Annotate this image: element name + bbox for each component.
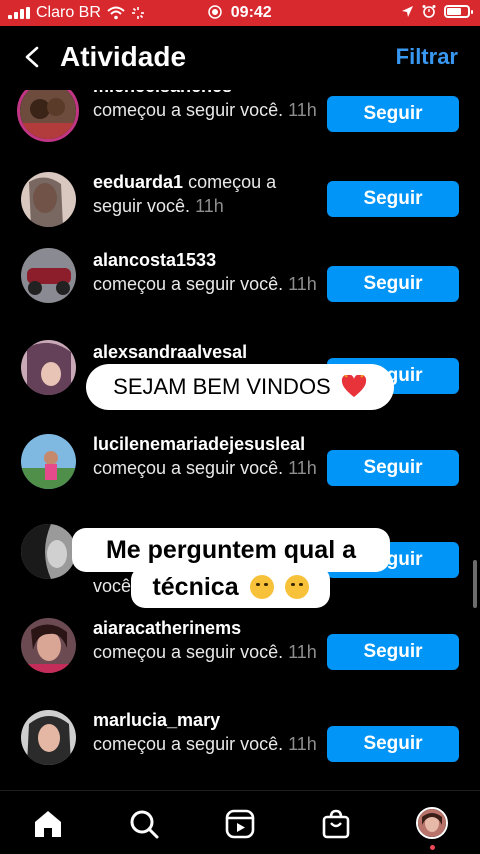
battery-icon bbox=[444, 4, 473, 18]
activity-action: começou a seguir você. bbox=[93, 734, 284, 754]
list-item: aiaracatherinems começou a seguir você. … bbox=[0, 616, 480, 708]
activity-action: começou a seguir você. bbox=[93, 100, 284, 120]
caption-text: SEJAM BEM VINDOS bbox=[113, 374, 331, 399]
avatar[interactable] bbox=[21, 172, 76, 227]
home-icon[interactable] bbox=[31, 807, 65, 841]
avatar[interactable] bbox=[21, 340, 76, 395]
location-icon bbox=[402, 5, 413, 17]
list-item: micheelsanches começou a seguir você. 11… bbox=[0, 90, 480, 168]
username[interactable]: eeduarda1 bbox=[93, 172, 183, 192]
activity-action: você. bbox=[93, 576, 137, 596]
activity-feed: micheelsanches começou a seguir você. 11… bbox=[0, 90, 480, 790]
activity-action: começou a seguir você. bbox=[93, 642, 284, 662]
username[interactable]: alexsandraalvesal bbox=[93, 342, 247, 362]
activity-action: começou a seguir você. bbox=[93, 458, 284, 478]
clock: 09:42 bbox=[230, 4, 272, 21]
header: Atividade Filtrar bbox=[0, 26, 480, 90]
notification-dot bbox=[430, 845, 435, 850]
reels-icon[interactable] bbox=[223, 807, 257, 841]
heart-emoji-icon bbox=[341, 374, 366, 397]
laughing-emoji-icon bbox=[284, 575, 309, 599]
list-item: lucilenemariadejesusleal começou a segui… bbox=[0, 432, 480, 524]
activity-time: 11h bbox=[288, 642, 317, 662]
profile-avatar[interactable] bbox=[416, 807, 448, 839]
activity-time: 11h bbox=[195, 196, 224, 216]
list-item: marlucia_mary começou a seguir você. 11h… bbox=[0, 708, 480, 790]
scrollbar[interactable] bbox=[473, 560, 477, 608]
filter-button[interactable]: Filtrar bbox=[396, 44, 458, 70]
list-item: alancosta1533 começou a seguir você. 11h… bbox=[0, 248, 480, 340]
username[interactable]: marlucia_mary bbox=[93, 710, 220, 730]
activity-time: 11h bbox=[288, 458, 317, 478]
username[interactable]: micheelsanches bbox=[93, 90, 232, 96]
follow-button[interactable]: Seguir bbox=[327, 266, 459, 302]
avatar[interactable] bbox=[21, 710, 76, 765]
avatar[interactable] bbox=[17, 90, 79, 142]
caption-text: Me perguntem qual a bbox=[105, 536, 357, 564]
avatar[interactable] bbox=[21, 248, 76, 303]
activity-time: 11h bbox=[288, 100, 317, 120]
search-icon[interactable] bbox=[127, 807, 161, 841]
kissing-emoji-icon bbox=[249, 575, 274, 599]
activity-time: 11h bbox=[288, 734, 317, 754]
status-bar: Claro BR 09:42 bbox=[0, 0, 480, 26]
username[interactable]: lucilenemariadejesusleal bbox=[93, 434, 305, 454]
activity-action: começou a seguir você. bbox=[93, 274, 284, 294]
caption-text: técnica bbox=[152, 573, 239, 601]
follow-button[interactable]: Seguir bbox=[327, 634, 459, 670]
bottom-nav bbox=[0, 790, 480, 854]
screen-record-icon bbox=[208, 5, 223, 19]
username[interactable]: alancosta1533 bbox=[93, 250, 216, 270]
back-chevron-icon[interactable] bbox=[22, 46, 44, 68]
activity-time: 11h bbox=[288, 274, 317, 294]
overlay-caption: técnica bbox=[131, 566, 330, 608]
username[interactable]: aiaracatherinems bbox=[93, 618, 241, 638]
shop-icon[interactable] bbox=[319, 807, 353, 841]
follow-button[interactable]: Seguir bbox=[327, 450, 459, 486]
follow-button[interactable]: Seguir bbox=[327, 96, 459, 132]
follow-button[interactable]: Seguir bbox=[327, 181, 459, 217]
overlay-caption: SEJAM BEM VINDOS bbox=[86, 364, 394, 410]
avatar[interactable] bbox=[21, 618, 76, 673]
follow-button[interactable]: Seguir bbox=[327, 726, 459, 762]
avatar[interactable] bbox=[21, 524, 76, 579]
avatar[interactable] bbox=[21, 434, 76, 489]
alarm-icon bbox=[422, 5, 436, 18]
page-title: Atividade bbox=[60, 41, 187, 72]
